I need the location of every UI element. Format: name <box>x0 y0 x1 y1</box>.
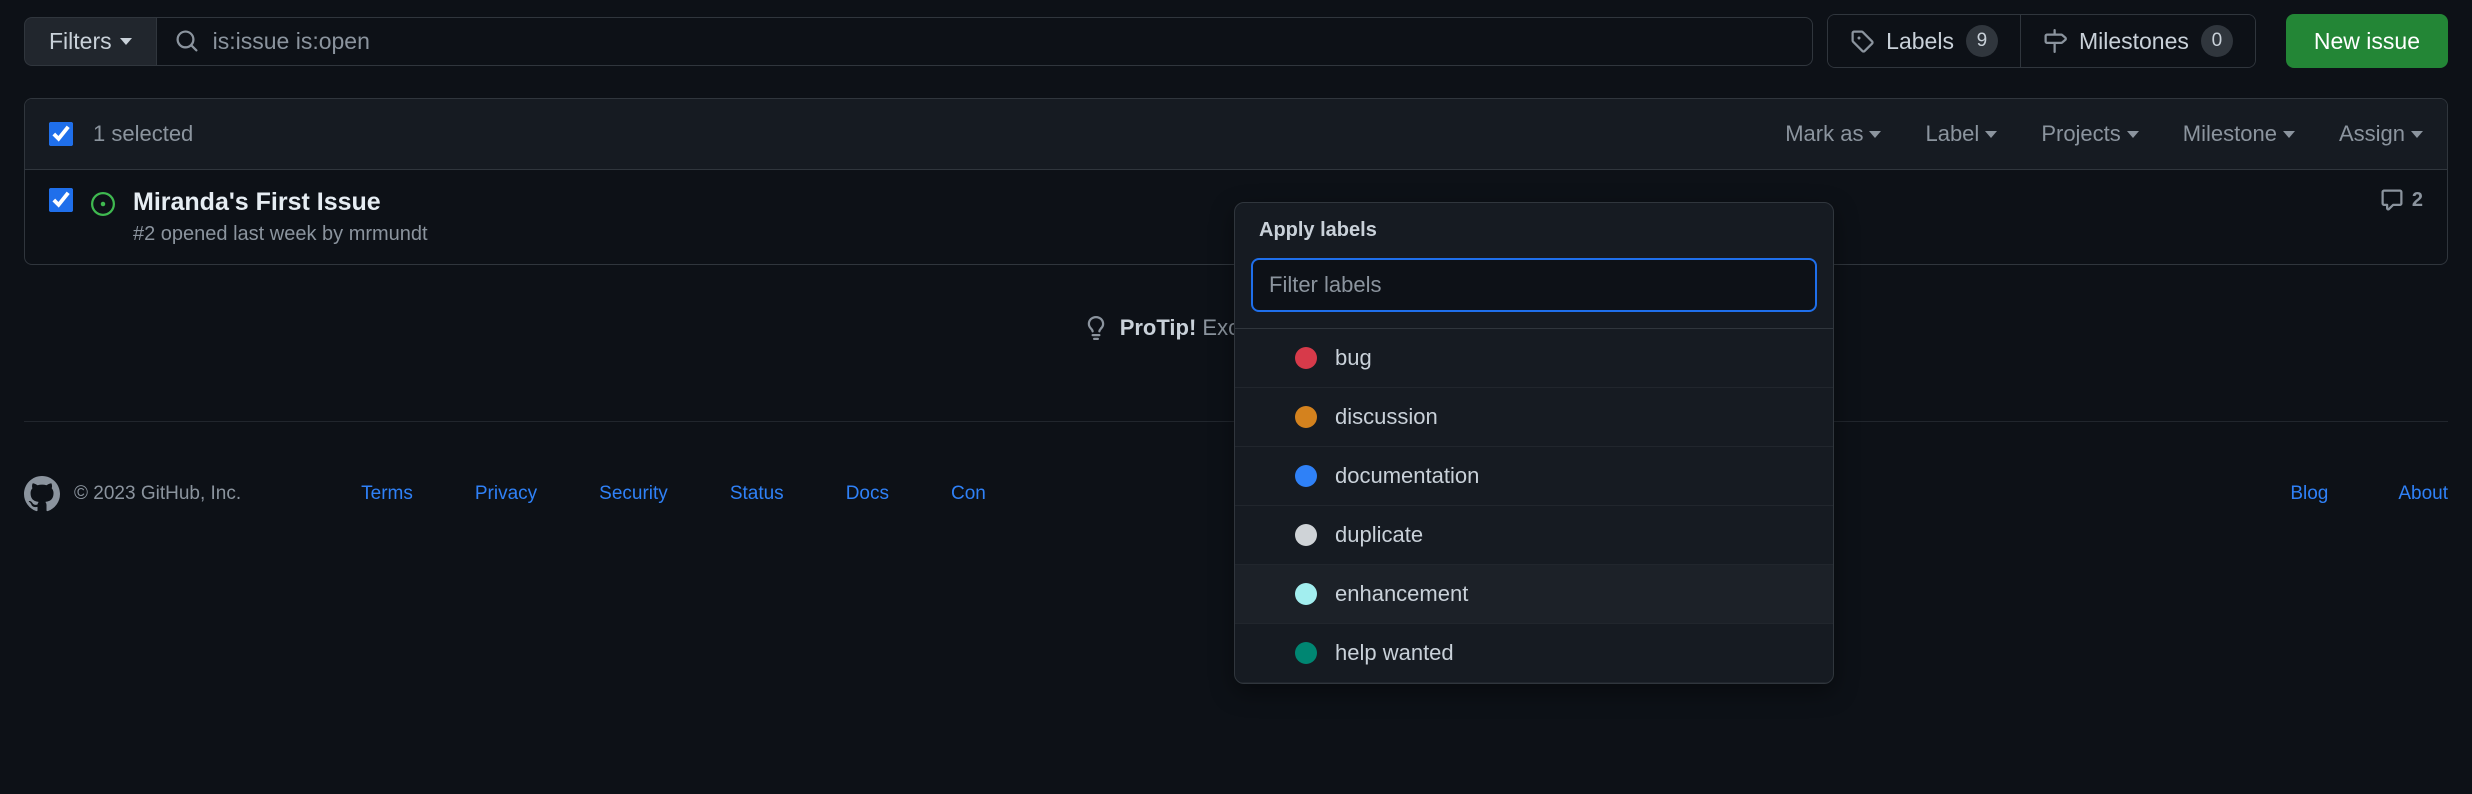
footer-copyright: © 2023 GitHub, Inc. <box>74 483 241 505</box>
labels-count-badge: 9 <box>1966 25 1998 57</box>
footer-link-status[interactable]: Status <box>730 483 784 505</box>
footer-link-terms[interactable]: Terms <box>361 483 413 505</box>
label-name: discussion <box>1335 404 1438 430</box>
issue-title-link[interactable]: Miranda's First Issue <box>133 188 381 216</box>
label-option-duplicate[interactable]: duplicate <box>1235 506 1833 565</box>
toolbar: Filters Labels 9 Milestones 0 New issue <box>24 14 2448 68</box>
assign-label: Assign <box>2339 121 2405 147</box>
comment-count: 2 <box>2412 189 2423 212</box>
milestones-count-badge: 0 <box>2201 25 2233 57</box>
assign-dropdown[interactable]: Assign <box>2339 121 2423 147</box>
label-name: documentation <box>1335 463 1479 489</box>
milestone-icon <box>2043 29 2067 53</box>
dropdown-title: Apply labels <box>1235 203 1833 258</box>
labels-milestones-group: Labels 9 Milestones 0 <box>1827 14 2256 68</box>
github-logo-icon <box>24 476 60 512</box>
labels-label: Labels <box>1886 28 1954 55</box>
label-option-enhancement[interactable]: enhancement <box>1235 565 1833 624</box>
issues-header: 1 selected Mark as Label Projects Milest… <box>25 99 2447 170</box>
search-icon <box>175 29 199 53</box>
filters-search-group: Filters <box>24 17 1813 66</box>
footer-link-privacy[interactable]: Privacy <box>475 483 537 505</box>
label-color-dot <box>1295 465 1317 487</box>
footer-link-about[interactable]: About <box>2398 483 2448 505</box>
caret-down-icon <box>1985 131 1997 138</box>
comment-count-link[interactable]: 2 <box>2380 188 2423 212</box>
label-name: help wanted <box>1335 640 1454 666</box>
label-color-dot <box>1295 347 1317 369</box>
label-label: Label <box>1925 121 1979 147</box>
lightbulb-icon <box>1084 316 1108 340</box>
milestone-label: Milestone <box>2183 121 2277 147</box>
label-color-dot <box>1295 524 1317 546</box>
filters-label: Filters <box>49 28 112 55</box>
mark-as-label: Mark as <box>1785 121 1863 147</box>
comment-icon <box>2380 188 2404 212</box>
label-color-dot <box>1295 583 1317 605</box>
footer-link-security[interactable]: Security <box>599 483 668 505</box>
new-issue-button[interactable]: New issue <box>2286 14 2448 68</box>
filter-labels-input[interactable] <box>1251 258 1817 312</box>
caret-down-icon <box>120 38 132 45</box>
select-all-checkbox[interactable] <box>49 122 73 146</box>
labels-button[interactable]: Labels 9 <box>1828 15 2021 67</box>
apply-labels-dropdown: Apply labels bug discussion documentation d… <box>1234 202 1834 684</box>
milestones-label: Milestones <box>2079 28 2189 55</box>
caret-down-icon <box>2411 131 2423 138</box>
footer-links-left: Terms Privacy Security Status Docs Con <box>361 483 986 505</box>
label-option-documentation[interactable]: documentation <box>1235 447 1833 506</box>
footer-link-blog[interactable]: Blog <box>2290 483 2328 505</box>
label-option-bug[interactable]: bug <box>1235 329 1833 388</box>
label-name: enhancement <box>1335 581 1468 607</box>
label-option-help-wanted[interactable]: help wanted <box>1235 624 1833 683</box>
caret-down-icon <box>2127 131 2139 138</box>
filters-button[interactable]: Filters <box>24 17 156 66</box>
footer-links-right: Blog About <box>2290 483 2448 505</box>
search-input[interactable] <box>213 18 1795 65</box>
label-option-discussion[interactable]: discussion <box>1235 388 1833 447</box>
caret-down-icon <box>1869 131 1881 138</box>
selected-count-text: 1 selected <box>93 121 193 147</box>
search-wrapper <box>156 17 1814 66</box>
mark-as-dropdown[interactable]: Mark as <box>1785 121 1881 147</box>
issue-checkbox[interactable] <box>49 188 73 212</box>
milestones-button[interactable]: Milestones 0 <box>2021 15 2255 67</box>
open-issue-icon <box>91 192 115 222</box>
tag-icon <box>1850 29 1874 53</box>
label-name: bug <box>1335 345 1372 371</box>
right-buttons: Labels 9 Milestones 0 New issue <box>1827 14 2448 68</box>
projects-dropdown[interactable]: Projects <box>2041 121 2138 147</box>
footer-link-contact[interactable]: Con <box>951 483 986 505</box>
label-color-dot <box>1295 642 1317 664</box>
label-name: duplicate <box>1335 522 1423 548</box>
caret-down-icon <box>2283 131 2295 138</box>
label-color-dot <box>1295 406 1317 428</box>
label-dropdown-trigger[interactable]: Label <box>1925 121 1997 147</box>
footer-link-docs[interactable]: Docs <box>846 483 889 505</box>
projects-label: Projects <box>2041 121 2120 147</box>
label-list: bug discussion documentation duplicate enhan… <box>1235 329 1833 683</box>
dropdown-filter-wrap <box>1235 258 1833 329</box>
milestone-dropdown[interactable]: Milestone <box>2183 121 2295 147</box>
header-actions: Mark as Label Projects Milestone Assign <box>1785 121 2423 147</box>
